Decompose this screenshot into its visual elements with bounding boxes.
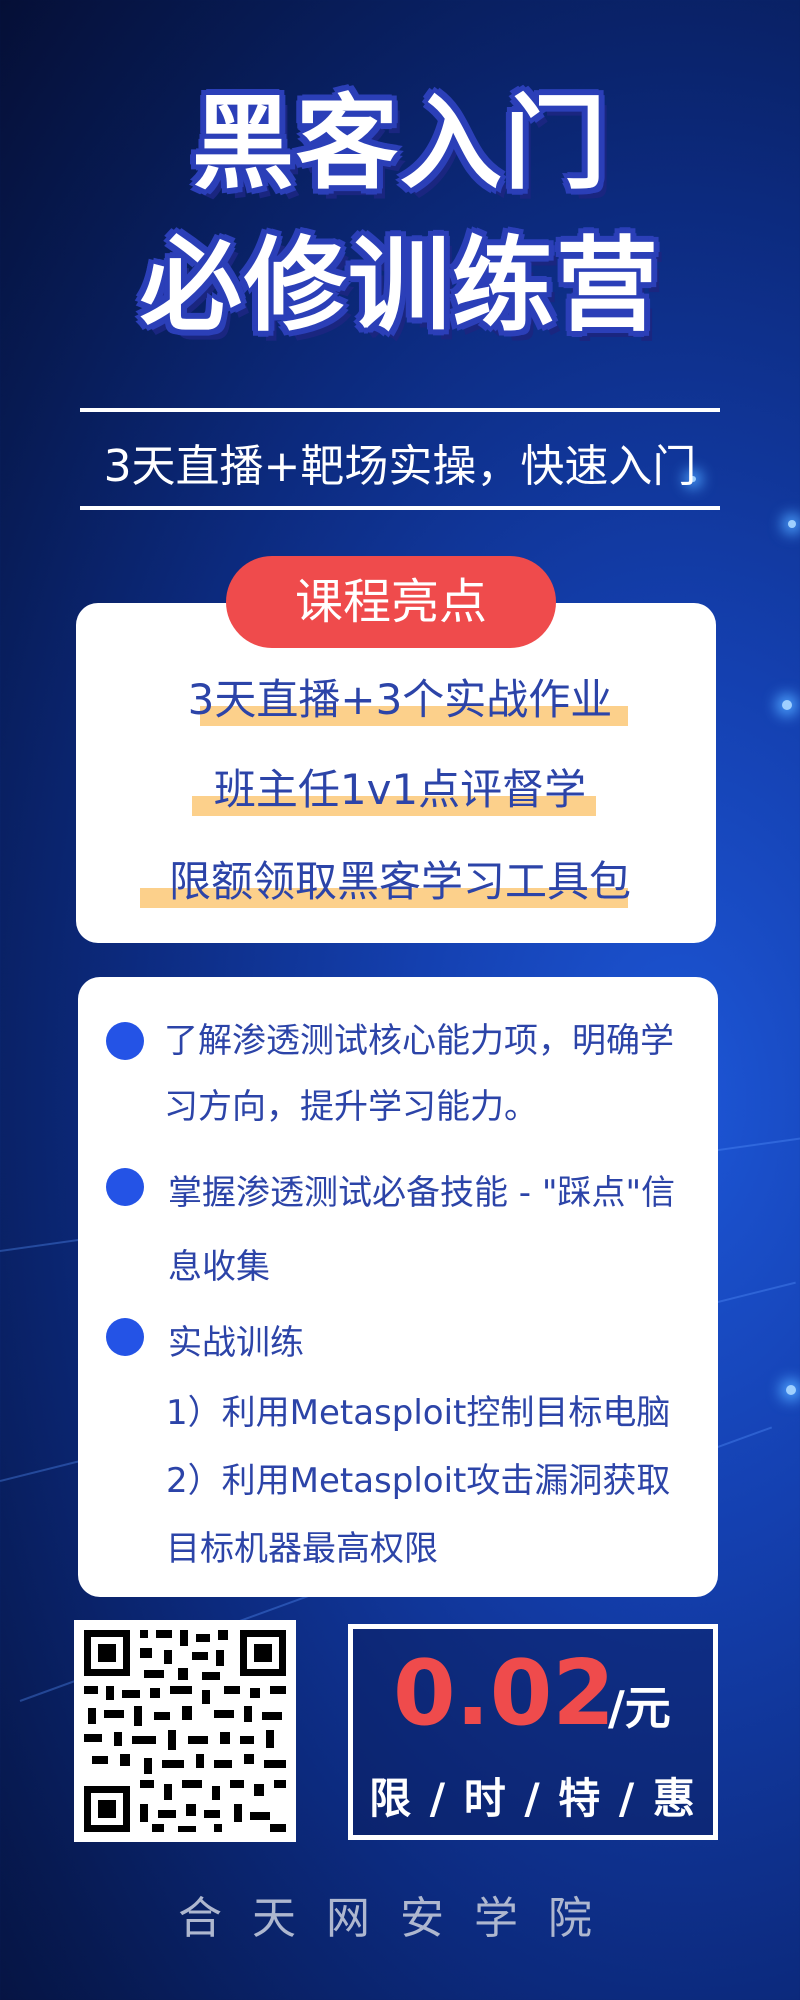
limited-offer-label: 限 / 时 / 特 / 惠 bbox=[369, 1774, 697, 1823]
highlights-badge: 课程亮点 bbox=[226, 556, 556, 648]
feature-3-line-2: 1）利用Metasploit控制目标电脑 bbox=[166, 1393, 671, 1433]
background-glow-dot bbox=[786, 1385, 796, 1395]
feature-2-line-2: 息收集 bbox=[168, 1247, 270, 1287]
bullet-dot-icon bbox=[106, 1318, 144, 1356]
features-card bbox=[78, 977, 718, 1597]
feature-2-line-1: 掌握渗透测试必备技能 - "踩点"信 bbox=[168, 1173, 676, 1213]
headline-line-1: 黑客入门 bbox=[192, 85, 608, 204]
bullet-dot-icon bbox=[106, 1168, 144, 1206]
divider-top bbox=[80, 408, 720, 412]
headline-line-2: 必修训练营 bbox=[140, 227, 660, 346]
footer-brand: 合天网安学院 bbox=[178, 1893, 622, 1944]
qr-code-icon[interactable] bbox=[74, 1620, 296, 1842]
price-value: 0.02 bbox=[393, 1641, 616, 1746]
feature-3-line-3: 2）利用Metasploit攻击漏洞获取 bbox=[166, 1461, 671, 1501]
highlight-text: 3天直播+3个实战作业 bbox=[187, 675, 613, 724]
feature-3-line-4: 目标机器最高权限 bbox=[166, 1529, 438, 1569]
feature-3-line-1: 实战训练 bbox=[168, 1323, 304, 1363]
background-glow-dot bbox=[788, 520, 796, 528]
subtitle: 3天直播+靶场实操，快速入门 bbox=[103, 441, 697, 492]
price-box: 0.02 /元 限 / 时 / 特 / 惠 bbox=[348, 1624, 718, 1840]
highlight-text: 限额领取黑客学习工具包 bbox=[168, 857, 631, 906]
feature-1-line-2: 习方向，提升学习能力。 bbox=[164, 1087, 538, 1127]
highlight-text: 班主任1v1点评督学 bbox=[213, 765, 587, 814]
price-unit: /元 bbox=[608, 1681, 671, 1735]
bullet-dot-icon bbox=[106, 1022, 144, 1060]
highlight-item: 班主任1v1点评督学 bbox=[0, 756, 800, 817]
highlight-item: 3天直播+3个实战作业 bbox=[0, 666, 800, 727]
feature-1-line-1: 了解渗透测试核心能力项，明确学 bbox=[164, 1021, 674, 1061]
divider-bottom bbox=[80, 506, 720, 510]
highlight-item: 限额领取黑客学习工具包 bbox=[0, 848, 800, 909]
